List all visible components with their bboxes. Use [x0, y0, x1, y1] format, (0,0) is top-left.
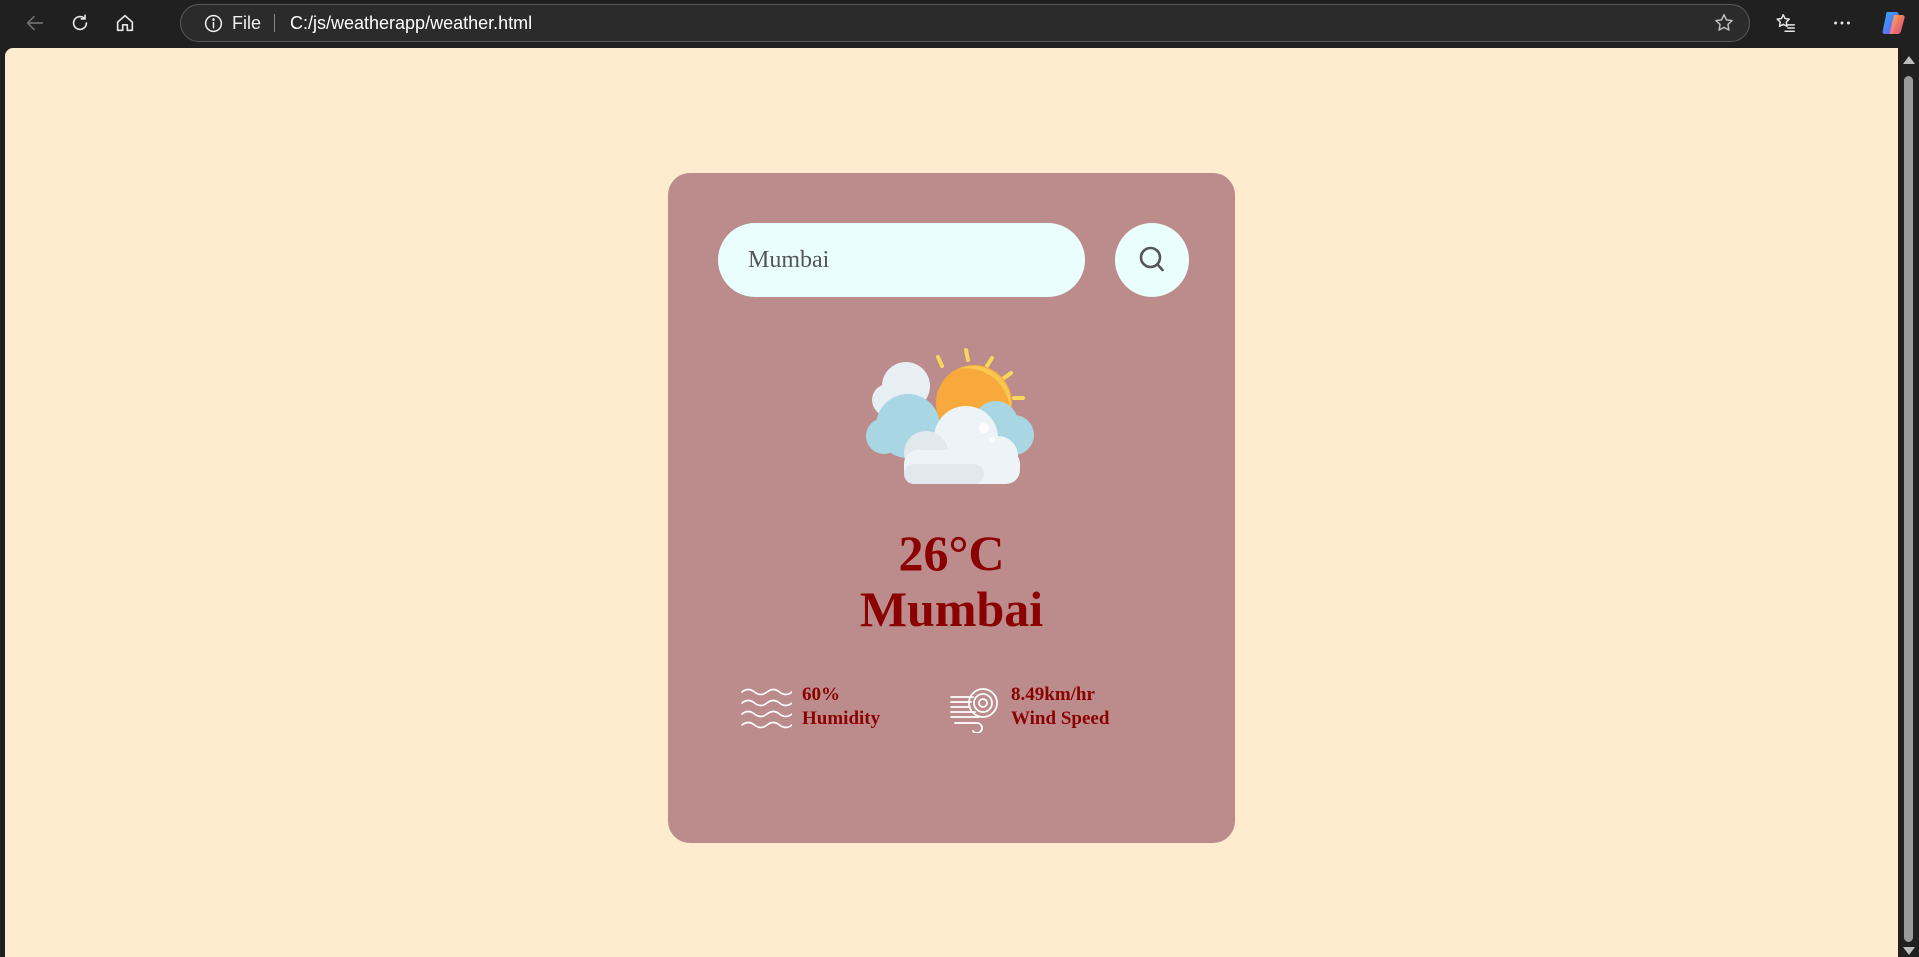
wind-speed-label: Wind Speed	[1011, 708, 1110, 729]
star-icon[interactable]	[1713, 12, 1735, 34]
site-label: File	[232, 12, 262, 33]
info-icon	[204, 14, 223, 32]
humidity-detail: 60% Humidity	[740, 683, 900, 733]
partly-cloudy-icon	[866, 348, 1034, 484]
page-viewport: 26°C Mumbai 60% Humidity	[5, 48, 1898, 957]
vertical-scrollbar[interactable]	[1898, 48, 1919, 957]
favorites-icon	[1776, 14, 1795, 32]
copilot-icon[interactable]	[1880, 9, 1908, 37]
home-button[interactable]	[107, 6, 143, 40]
reload-icon	[72, 14, 88, 31]
wind-icon	[950, 688, 998, 733]
address-bar[interactable]: File C:/js/weatherapp/weather.html	[180, 4, 1750, 42]
humidity-label: Humidity	[802, 708, 881, 729]
back-arrow-icon	[26, 15, 44, 31]
reload-button[interactable]	[62, 6, 98, 40]
temperature: 26°C	[898, 525, 1005, 581]
city-search-input[interactable]	[718, 223, 1085, 297]
address-divider	[274, 14, 275, 32]
scroll-thumb[interactable]	[1904, 76, 1913, 942]
more-icon	[1834, 21, 1850, 25]
humidity-icon	[741, 688, 792, 729]
more-button[interactable]	[1824, 6, 1860, 40]
search-button[interactable]	[1115, 223, 1189, 297]
wind-speed-value: 8.49km/hr	[1011, 684, 1095, 705]
search-icon	[1139, 246, 1164, 272]
scroll-up-arrow-icon[interactable]	[1903, 56, 1915, 64]
browser-toolbar: File C:/js/weatherapp/weather.html	[0, 0, 1919, 46]
city-name: Mumbai	[859, 581, 1044, 637]
home-icon	[116, 14, 134, 32]
scroll-down-arrow-icon[interactable]	[1903, 947, 1915, 955]
humidity-value: 60%	[802, 684, 840, 705]
back-button[interactable]	[17, 6, 53, 40]
weather-card: 26°C Mumbai 60% Humidity	[668, 173, 1235, 843]
url-text[interactable]: C:/js/weatherapp/weather.html	[290, 5, 532, 41]
favorites-button[interactable]	[1768, 6, 1804, 40]
wind-detail: 8.49km/hr Wind Speed	[949, 683, 1149, 733]
site-info-button[interactable]: File	[203, 5, 261, 41]
